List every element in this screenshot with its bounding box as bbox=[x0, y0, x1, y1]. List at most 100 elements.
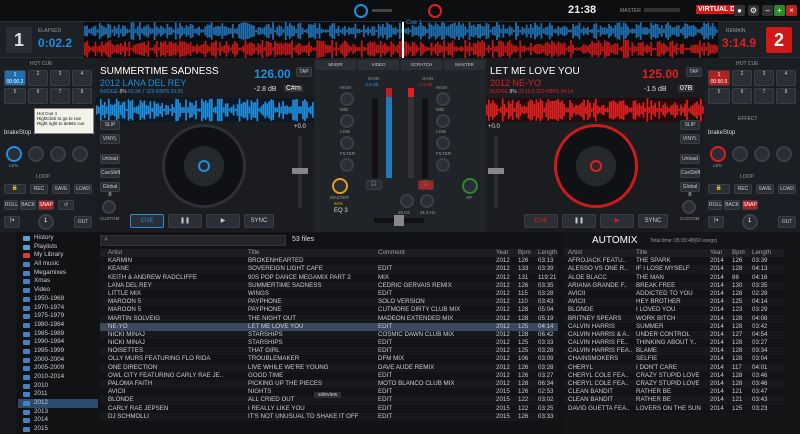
automix-row[interactable]: ALESSO VS ONE R.. IF I LOSE MYSELF 2014 128… bbox=[564, 265, 784, 274]
table-row[interactable]: CARLY RAE JEPSEN I REALLY LIKE YOU EDIT 201… bbox=[100, 404, 558, 413]
tree-item[interactable]: 2010 bbox=[18, 382, 98, 391]
loop-roll-button[interactable]: ROLL bbox=[4, 200, 18, 210]
left-mid-knob[interactable] bbox=[340, 114, 354, 128]
tree-item[interactable]: Xmas bbox=[18, 277, 98, 286]
right-hot-cue-4[interactable]: 4 bbox=[776, 70, 796, 86]
tree-item[interactable]: History bbox=[18, 234, 98, 243]
right-pause-button[interactable]: ❚❚ bbox=[562, 214, 596, 228]
right-cue-button[interactable]: CUE bbox=[524, 214, 558, 228]
right-loop-save-button[interactable]: SAVE bbox=[756, 184, 774, 194]
right-waveform[interactable] bbox=[486, 98, 704, 122]
unload-button[interactable]: Unload bbox=[100, 154, 120, 164]
headphone-left-button[interactable]: 🎧 bbox=[366, 180, 382, 190]
tree-item[interactable]: 1980-1984 bbox=[18, 321, 98, 330]
folder-tree[interactable]: History Playlists My Library All music Megam… bbox=[18, 234, 98, 434]
fx-len-knob[interactable] bbox=[6, 146, 22, 162]
right-fx-knob-3[interactable] bbox=[754, 146, 770, 162]
automix-row[interactable]: CHERYL COLE FEA.. CRAZY STUPID LOVE 2014 12… bbox=[564, 371, 784, 380]
right-hot-cue-5[interactable]: 5 bbox=[708, 88, 730, 104]
tab-master[interactable]: MASTER bbox=[444, 60, 485, 70]
right-filter-knob[interactable] bbox=[436, 158, 450, 172]
right-vinyl-button[interactable]: VINYL bbox=[680, 134, 700, 144]
automix-row[interactable]: DAVID GUETTA FEA.. LOVERS ON THE SUN 2014 1… bbox=[564, 404, 784, 413]
table-row[interactable]: KEANE SOVEREIGN LIGHT CAFE EDIT 2012 133 03:3… bbox=[100, 265, 558, 274]
fx-name[interactable]: brakeStop bbox=[4, 130, 31, 136]
table-row[interactable]: PALOMA FAITH PICKING UP THE PIECES MOTO BL… bbox=[100, 380, 558, 389]
loop-back-button[interactable]: BACK bbox=[20, 200, 36, 210]
channel-fader-left[interactable] bbox=[372, 98, 378, 178]
deck-2-indicator[interactable] bbox=[428, 4, 442, 18]
tree-item[interactable]: 1975-1979 bbox=[18, 312, 98, 321]
tree-item[interactable]: My Library bbox=[18, 251, 98, 260]
right-hot-cue-2[interactable]: 2 bbox=[732, 70, 752, 86]
left-key[interactable]: C#m bbox=[284, 85, 303, 92]
right-fx-knob-2[interactable] bbox=[732, 146, 748, 162]
right-fx-name[interactable]: brakeStop bbox=[708, 130, 735, 136]
right-cueshift-button[interactable]: CueShift bbox=[680, 168, 700, 178]
right-low-knob[interactable] bbox=[436, 136, 450, 150]
right-unload-button[interactable]: Unload bbox=[680, 154, 700, 164]
right-slip-button[interactable]: SLIP bbox=[680, 120, 700, 130]
table-row[interactable]: OWL CITY FEATURING CARLY RAE JE.. GOOD TI… bbox=[100, 371, 558, 380]
custom-knob[interactable] bbox=[102, 200, 116, 214]
right-pitch-handle[interactable] bbox=[488, 168, 504, 174]
tree-item[interactable]: 2012 bbox=[18, 399, 98, 408]
right-key[interactable]: 07B bbox=[678, 85, 695, 92]
left-tap-button[interactable]: TAP bbox=[296, 67, 312, 77]
master-knob[interactable] bbox=[332, 178, 348, 194]
close-icon[interactable]: × bbox=[786, 5, 797, 16]
loop-out-button[interactable]: OUT bbox=[74, 216, 92, 228]
search-bar[interactable]: ⌕ bbox=[100, 235, 286, 246]
right-custom-knob[interactable] bbox=[682, 200, 696, 214]
hot-cue-3[interactable]: 3 bbox=[50, 70, 70, 86]
channel-fader-right[interactable] bbox=[422, 98, 428, 178]
tab-mixer[interactable]: MIXER bbox=[315, 60, 356, 70]
tree-item[interactable]: 1990-1994 bbox=[18, 338, 98, 347]
right-play-button[interactable]: ▶ bbox=[600, 214, 634, 228]
hot-cue-5[interactable]: 5 bbox=[4, 88, 26, 104]
fx-knob-4[interactable] bbox=[72, 146, 88, 162]
table-row[interactable]: LANA DEL REY SUMMERTIME SADNESS CEDRIC GER… bbox=[100, 281, 558, 290]
left-play-button[interactable]: ▶ bbox=[206, 214, 240, 228]
table-row[interactable]: OLLY MURS FEATURING FLO RIDA TROUBLEMAKER… bbox=[100, 355, 558, 364]
tree-item[interactable]: Video bbox=[18, 286, 98, 295]
right-hot-cue-8[interactable]: 8 bbox=[776, 88, 796, 104]
automix-list[interactable]: Artist Title Year Bpm Length AFROJACK FEATU..… bbox=[564, 249, 784, 434]
settings-icon[interactable]: ⚙ bbox=[748, 5, 759, 16]
deck-number-1[interactable]: 1 bbox=[6, 27, 32, 53]
table-row[interactable]: NOISETTES THAT GIRL EDIT 2012 125 03:28 bbox=[100, 347, 558, 356]
automix-row[interactable]: CHERYL I DON'T CARE 2014 117 04:01 bbox=[564, 363, 784, 372]
left-filter-knob[interactable] bbox=[340, 158, 354, 172]
right-tap-button[interactable]: TAP bbox=[686, 67, 702, 77]
tree-item[interactable]: 2015 bbox=[18, 425, 98, 434]
left-low-knob[interactable] bbox=[340, 136, 354, 150]
hot-cue-4[interactable]: 4 bbox=[72, 70, 92, 86]
headphone-right-button[interactable]: 🎧 bbox=[418, 180, 434, 190]
tree-item[interactable]: 1950-1969 bbox=[18, 295, 98, 304]
left-waveform[interactable] bbox=[96, 98, 314, 122]
table-row[interactable]: MAROON 5 PAYPHONE SOLO VERSION 2012 110 03:43 bbox=[100, 298, 558, 307]
table-row[interactable]: DJ SCHMOLLI IT'S NOT UNUSUAL TO SHAKE IT … bbox=[100, 412, 558, 421]
left-sync-button[interactable]: SYNC bbox=[244, 214, 274, 228]
automix-row[interactable]: CALVIN HARRIS FEA.. BLAME 2014 128 03:34 bbox=[564, 347, 784, 356]
tree-item[interactable]: 1985-1989 bbox=[18, 330, 98, 339]
table-row[interactable]: NE-YO LET ME LOVE YOU EDIT 2012 125 04:14 bbox=[100, 322, 558, 331]
automix-row[interactable]: CALVIN HARRIS & A.. UNDER CONTROL 2014 127 0… bbox=[564, 330, 784, 340]
tree-item[interactable]: 2010-2014 bbox=[18, 373, 98, 382]
hot-cue-7[interactable]: 7 bbox=[50, 88, 70, 104]
right-hot-cue-3[interactable]: 3 bbox=[754, 70, 774, 86]
automix-row[interactable]: CHERYL COLE FEA.. CRAZY STUPID LOVE 2014 12… bbox=[564, 380, 784, 389]
tab-scratch[interactable]: SCRATCH bbox=[401, 60, 442, 70]
filter-knob-2[interactable] bbox=[420, 194, 434, 208]
right-sync-button[interactable]: SYNC bbox=[638, 214, 668, 228]
hot-cue-1[interactable]: 1 00:00.2 bbox=[4, 70, 26, 86]
automix-row[interactable]: BLONDE I LOVED YOU 2014 123 03:29 bbox=[564, 306, 784, 315]
minimize-icon[interactable]: – bbox=[762, 5, 773, 16]
table-row[interactable]: NICKI MINAJ STARSHIPS COSMIC DAWN CLUB MIX… bbox=[100, 330, 558, 340]
hot-cue-6[interactable]: 6 bbox=[28, 88, 48, 104]
maximize-icon[interactable]: + bbox=[774, 5, 785, 16]
hp-knob[interactable] bbox=[462, 178, 478, 194]
automix-row[interactable]: CLEAN BANDIT RATHER BE 2014 121 03:47 bbox=[564, 388, 784, 397]
left-pitch-handle[interactable] bbox=[292, 168, 308, 174]
left-high-knob[interactable] bbox=[340, 92, 354, 106]
